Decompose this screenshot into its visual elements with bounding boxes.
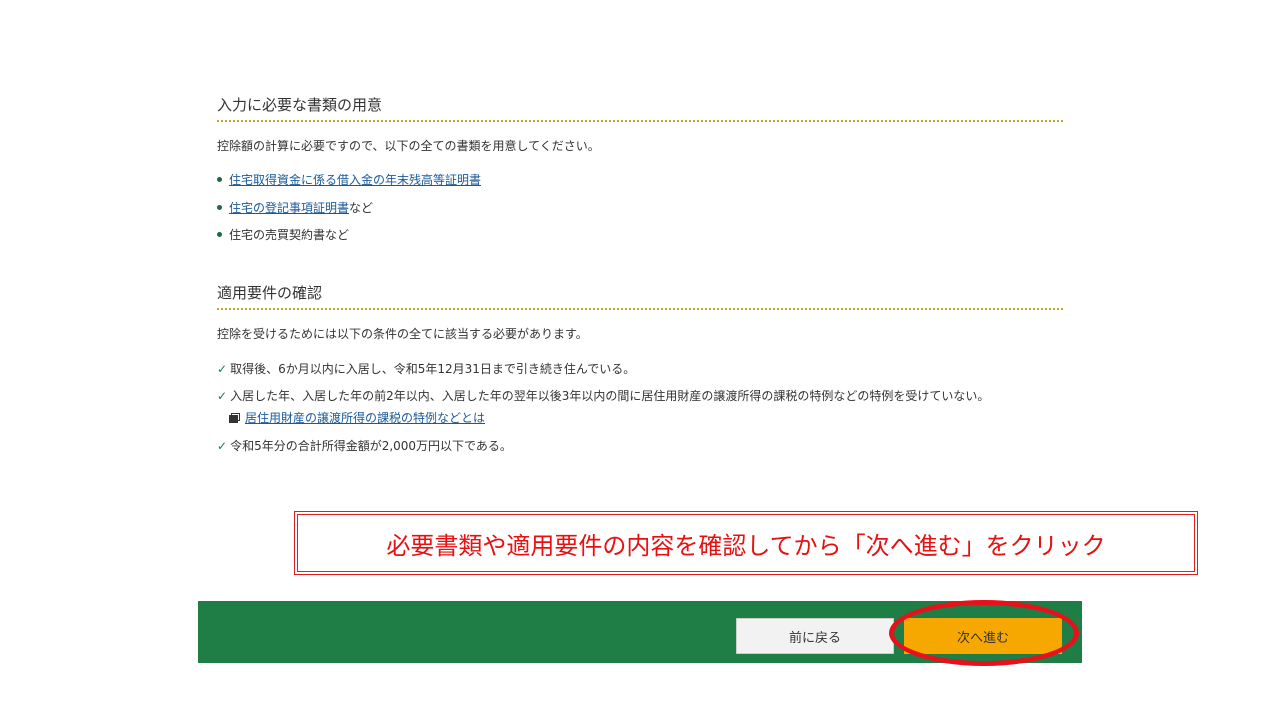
document-link-loan-certificate[interactable]: 住宅取得資金に係る借入金の年末残高等証明書 (229, 171, 481, 188)
requirement-text: 令和5年分の合計所得金額が2,000万円以下である。 (230, 439, 512, 453)
next-button-highlight-ring (889, 600, 1079, 666)
check-icon: ✓ (217, 388, 228, 403)
requirement-item: ✓ 入居した年、入居した年の前2年以内、入居した年の翌年以後3年以内の間に居住用… (217, 387, 989, 404)
back-button[interactable]: 前に戻る (736, 618, 894, 654)
requirement-item: ✓ 令和5年分の合計所得金額が2,000万円以下である。 (217, 437, 512, 454)
new-window-icon (229, 413, 240, 423)
requirement-item: ✓ 取得後、6か月以内に入居し、令和5年12月31日まで引き続き住んでいる。 (217, 360, 635, 377)
requirement-text: 取得後、6か月以内に入居し、令和5年12月31日まで引き続き住んでいる。 (230, 362, 636, 376)
documents-divider (217, 120, 1063, 122)
document-item: 住宅の登記事項証明書 など (217, 199, 373, 216)
document-item-suffix: など (349, 201, 374, 215)
check-icon: ✓ (217, 438, 228, 453)
capital-gains-special-rule-link[interactable]: 居住用財産の譲渡所得の課税の特例などとは (245, 409, 485, 426)
bullet-icon (217, 177, 222, 182)
requirements-section-title: 適用要件の確認 (217, 284, 323, 302)
documents-description: 控除額の計算に必要ですので、以下の全ての書類を用意してください。 (217, 139, 600, 153)
instruction-callout: 必要書類や適用要件の内容を確認してから「次へ進む」をクリック (294, 511, 1198, 575)
requirements-divider (217, 308, 1063, 310)
document-item-text: 住宅の売買契約書など (229, 228, 350, 242)
document-item: 住宅の売買契約書など (217, 226, 349, 243)
instruction-callout-inner: 必要書類や適用要件の内容を確認してから「次へ進む」をクリック (297, 514, 1195, 572)
check-icon: ✓ (217, 361, 228, 376)
requirement-text: 入居した年、入居した年の前2年以内、入居した年の翌年以後3年以内の間に居住用財産… (230, 389, 990, 403)
requirement-sub-link-row: 居住用財産の譲渡所得の課税の特例などとは (229, 409, 485, 426)
bullet-icon (217, 205, 222, 210)
bullet-icon (217, 232, 222, 237)
requirements-description: 控除を受けるためには以下の条件の全てに該当する必要があります。 (217, 327, 588, 341)
document-link-registry-certificate[interactable]: 住宅の登記事項証明書 (229, 199, 349, 216)
document-item: 住宅取得資金に係る借入金の年末残高等証明書 (217, 171, 481, 188)
instruction-callout-text: 必要書類や適用要件の内容を確認してから「次へ進む」をクリック (386, 531, 1106, 560)
documents-section-title: 入力に必要な書類の用意 (217, 96, 383, 114)
